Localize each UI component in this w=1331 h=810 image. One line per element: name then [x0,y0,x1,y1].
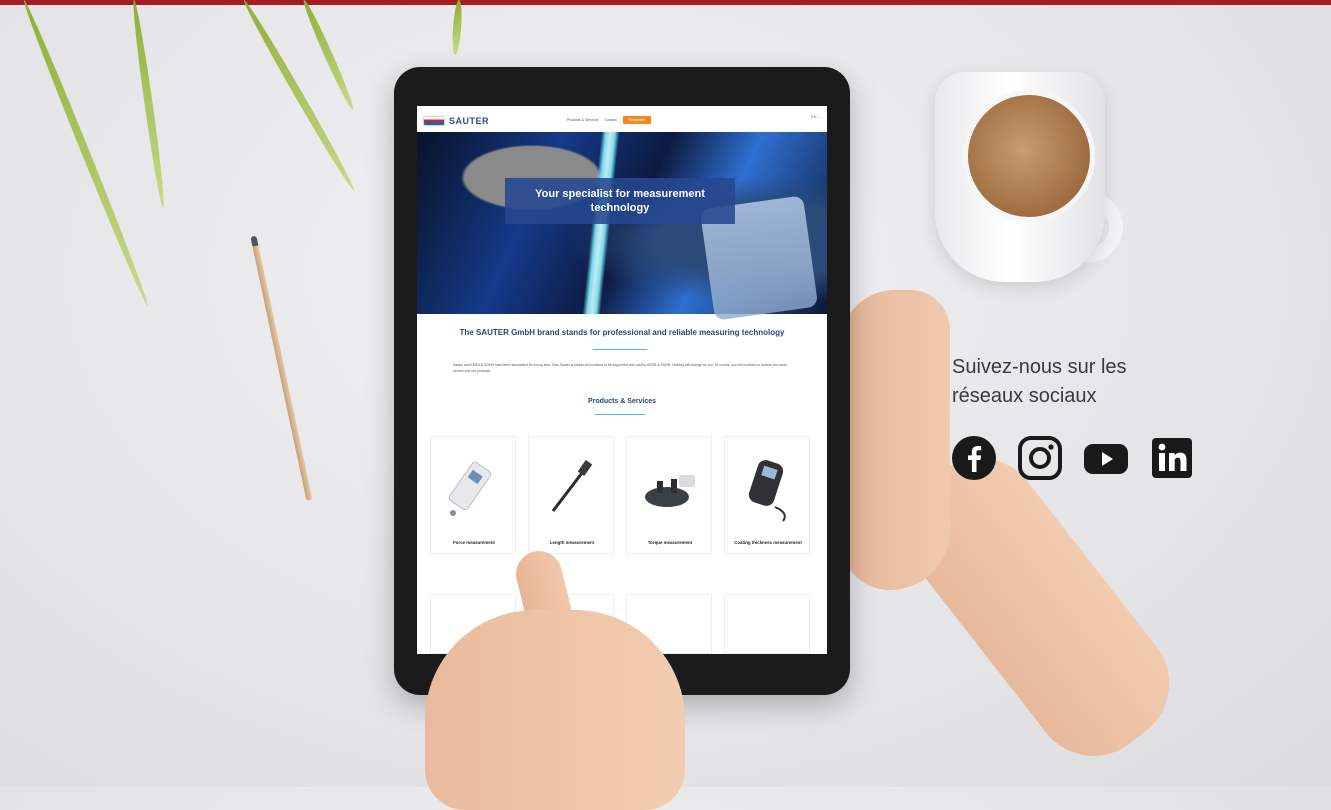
products-services-heading: Products & Services [587,398,657,405]
nav-link-contact[interactable]: Contact [605,118,617,122]
product-card-torque[interactable]: Torque measurement [626,436,712,554]
coating-gauge-icon [748,460,786,522]
social-icons-row [952,436,1194,480]
facebook-icon[interactable] [952,436,996,480]
logo-text: SAUTER [449,116,490,126]
hero-title-box: Your specialist for measurement technolo… [505,178,735,224]
language-selector[interactable]: EN ⌄ [811,114,821,119]
hero-title: Your specialist for measurement technolo… [535,188,705,214]
social-heading: Suivez-nous sur les réseaux sociaux [952,356,1127,407]
product-label: Coating thickness measurement [734,540,802,545]
left-hand [425,610,685,810]
site-navbar: SAUTER Products & Services Contact Newsl… [417,106,827,132]
product-label: Torque measurement [647,540,693,545]
plant-leaf-decoration [240,0,358,193]
force-gauge-icon [448,461,492,516]
right-hand [840,290,950,590]
coffee-cup-decoration [935,52,1135,282]
logo-mark-icon [423,116,445,126]
tablet-screen: SAUTER Products & Services Contact Newsl… [417,106,827,654]
product-card-force[interactable]: Force measurement [430,436,516,554]
length-probe-icon [551,459,593,512]
section-divider [595,414,645,415]
product-label: Length measurement [549,540,595,545]
brand-headline: The SAUTER GmbH brand stands for profess… [459,328,785,337]
social-media-block: Suivez-nous sur les réseaux sociaux [952,353,1212,480]
pencil-decoration [252,243,313,501]
sauter-logo[interactable]: SAUTER [423,116,489,126]
nav-links: Products & Services Contact Newsletter [567,116,652,124]
torque-tester-icon [645,475,695,507]
plant-leaf-decoration [20,0,152,308]
plant-leaf-decoration [130,0,168,209]
product-card-coating[interactable]: Coating thickness measurement [724,436,810,554]
product-label: Force measurement [453,540,495,545]
nav-link-products[interactable]: Products & Services [567,118,599,122]
plant-leaf-decoration [300,0,357,112]
newsletter-button[interactable]: Newsletter [622,116,652,124]
headline-divider [593,349,647,350]
hero-banner: Your specialist for measurement technolo… [417,132,827,321]
tablet-device: SAUTER Products & Services Contact Newsl… [394,67,850,695]
product-card[interactable] [724,594,810,654]
youtube-icon[interactable] [1084,436,1128,480]
instagram-icon[interactable] [1018,436,1062,480]
top-accent-bar [0,0,1331,5]
intro-paragraph: Sauter and KERN & SOHN have been associa… [453,363,787,373]
product-card-length[interactable]: Length measurement [528,436,614,554]
linkedin-icon[interactable] [1150,436,1194,480]
plant-leaf-decoration [451,0,463,56]
